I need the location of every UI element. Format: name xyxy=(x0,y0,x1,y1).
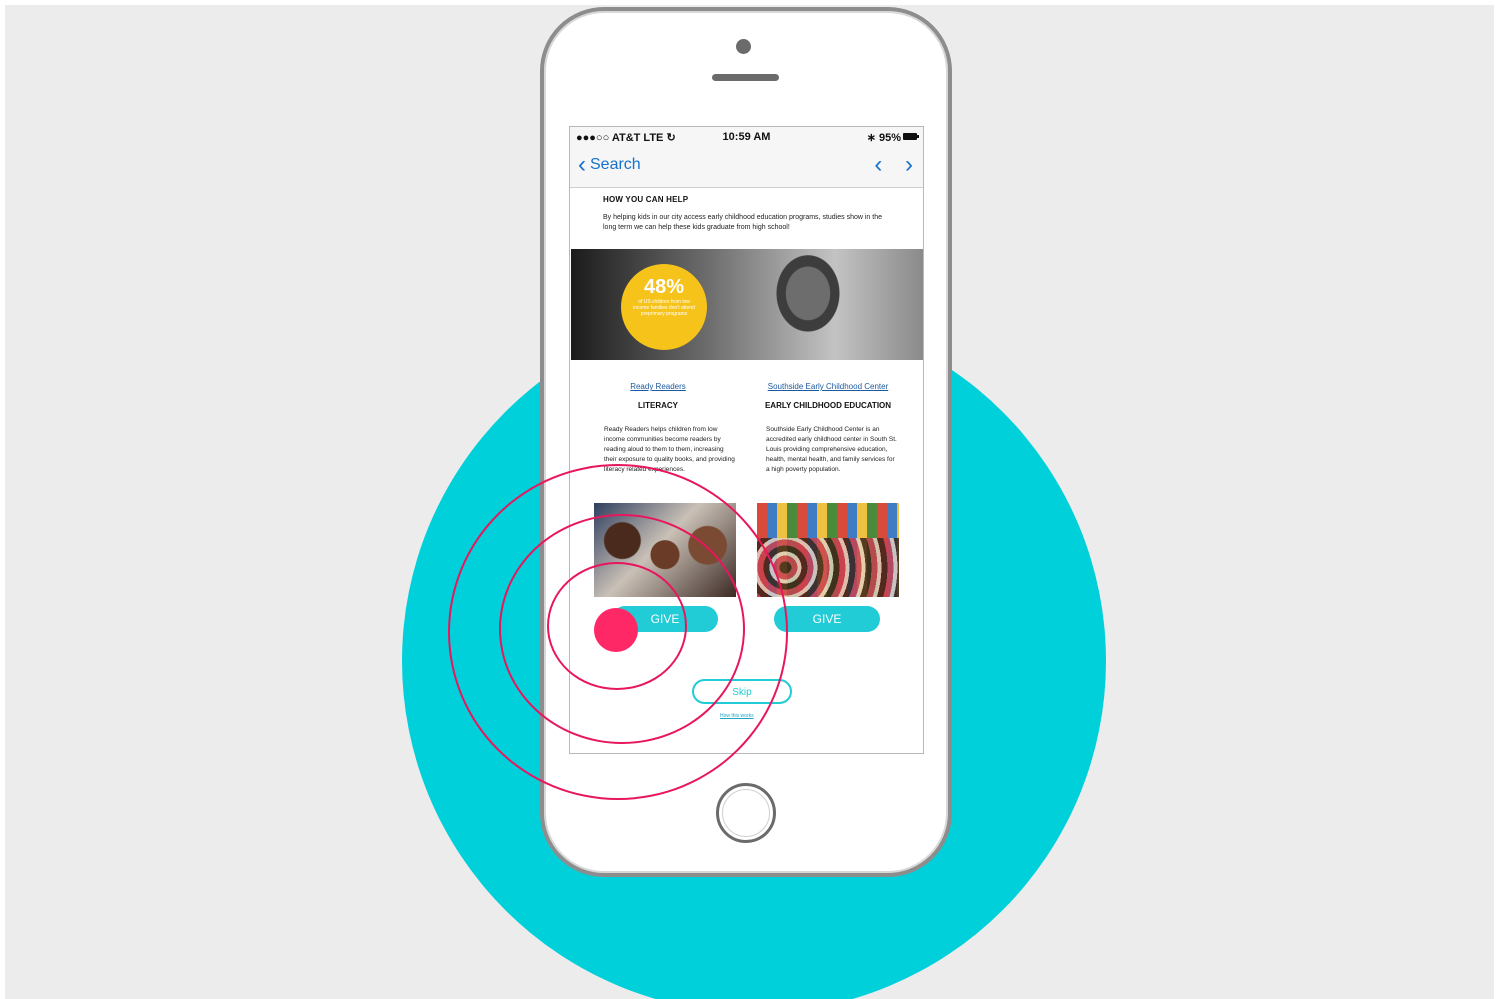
hero-image: 48% of US children from low income famil… xyxy=(571,249,923,360)
stat-text: of US children from low income families … xyxy=(633,299,695,317)
home-button[interactable] xyxy=(716,783,776,843)
phone-camera xyxy=(736,39,751,54)
stat-value: 48% xyxy=(643,276,685,298)
battery-icon xyxy=(903,133,919,140)
back-button[interactable]: ‹ Search xyxy=(578,151,641,178)
give-button-southside[interactable]: GIVE xyxy=(774,606,880,632)
battery-percent: ∗ 95% xyxy=(866,132,901,144)
child-photo xyxy=(763,249,863,360)
status-bar: ●●●○○ AT&T LTE ↻ 10:59 AM ∗ 95% xyxy=(570,127,923,147)
help-text: By helping kids in our city access early… xyxy=(603,214,882,231)
touch-indicator xyxy=(594,608,638,652)
navigation-bar: ‹ Search ‹ › xyxy=(570,147,923,188)
charity-link-ready-readers[interactable]: Ready Readers xyxy=(598,382,718,391)
help-title: HOW YOU CAN HELP xyxy=(603,195,689,204)
charity-category: LITERACY xyxy=(638,401,678,410)
phone-speaker xyxy=(712,74,779,81)
prev-page-icon[interactable]: ‹ xyxy=(874,151,882,178)
charity-description: Southside Early Childhood Center is an a… xyxy=(766,426,897,473)
next-page-icon[interactable]: › xyxy=(905,151,913,178)
back-label: Search xyxy=(590,156,641,173)
charity-category: EARLY CHILDHOOD EDUCATION xyxy=(764,401,892,410)
stat-badge: 48% of US children from low income famil… xyxy=(621,264,707,350)
charity-link-southside[interactable]: Southside Early Childhood Center xyxy=(748,382,908,391)
page-arrows: ‹ › xyxy=(858,151,913,179)
chevron-left-icon: ‹ xyxy=(578,151,586,178)
